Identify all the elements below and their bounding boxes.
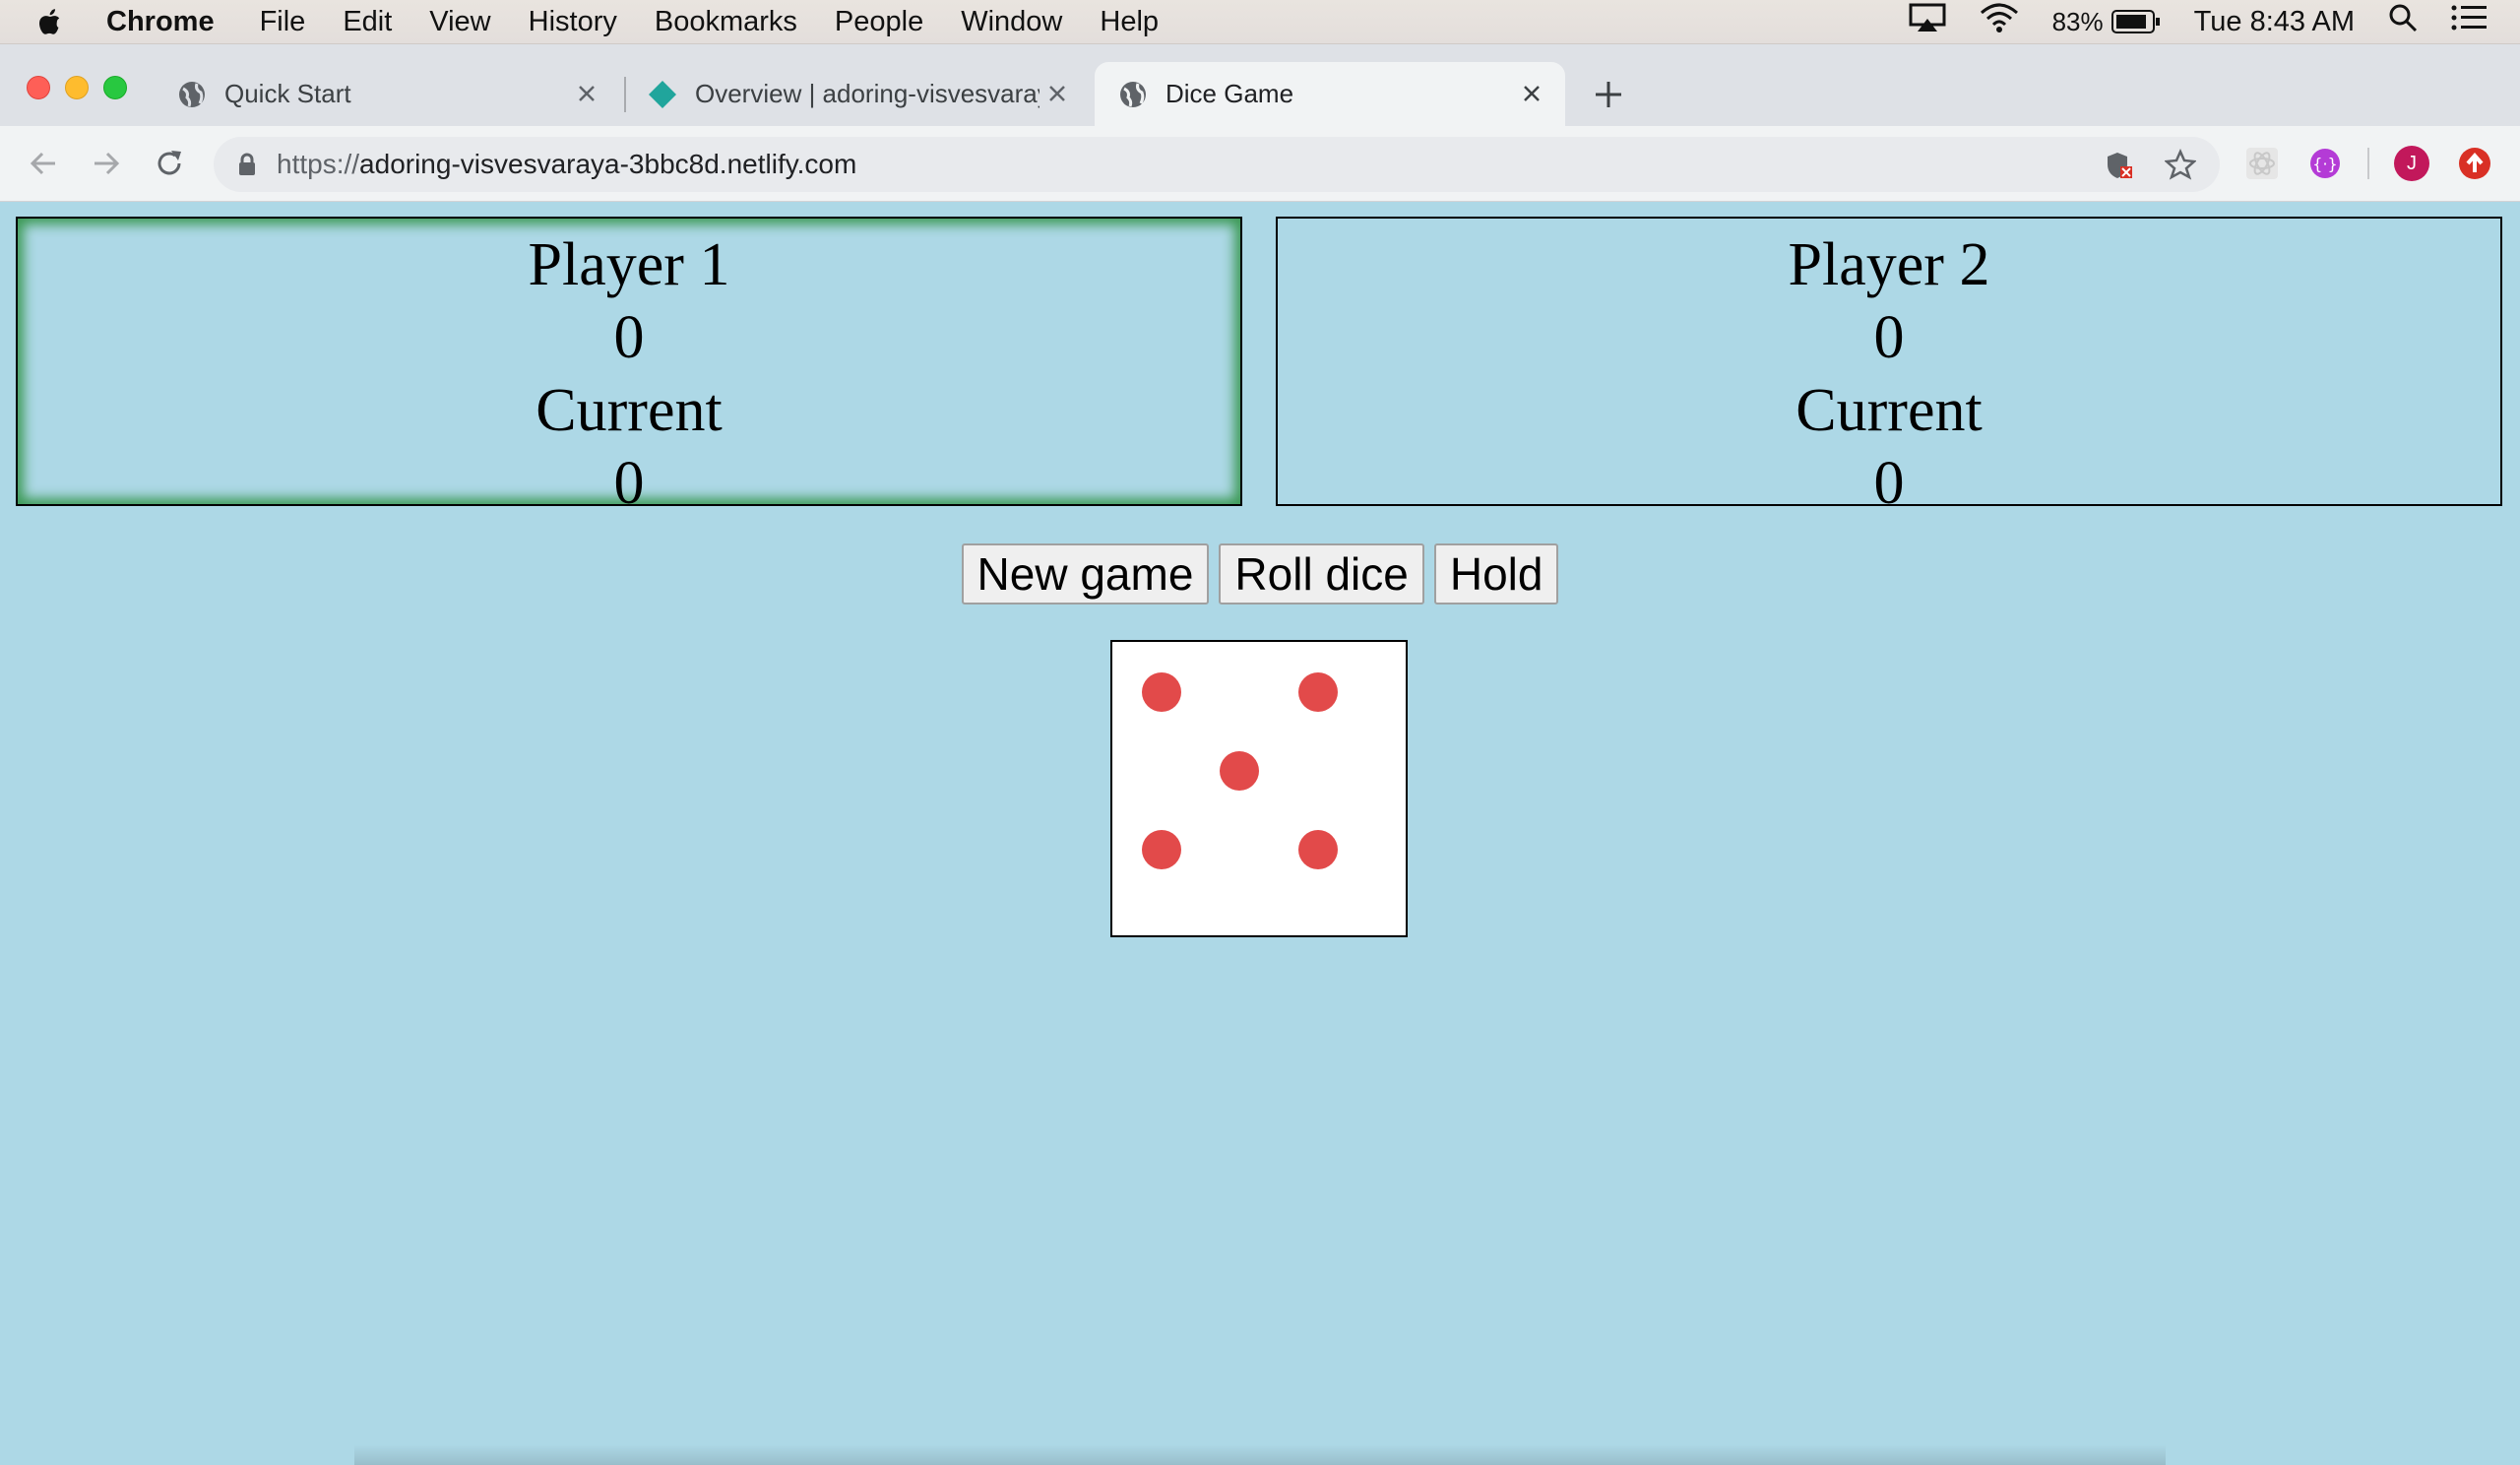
forward-arrow-icon[interactable] [87, 144, 126, 183]
window-close-button[interactable] [27, 76, 50, 99]
menu-help[interactable]: Help [1100, 6, 1159, 38]
page-bottom-shadow [354, 1444, 2166, 1465]
dice-pip [1142, 672, 1181, 712]
player-score: 0 [613, 304, 645, 371]
spotlight-search-icon[interactable] [2388, 3, 2418, 40]
tab-dice-game[interactable]: Dice Game [1095, 62, 1565, 126]
lock-icon[interactable] [237, 153, 257, 176]
dice-pip [1220, 751, 1259, 791]
graphql-extension-icon[interactable]: {·} [2305, 144, 2345, 183]
notification-center-icon[interactable] [2451, 4, 2487, 39]
current-label: Current [1796, 377, 1983, 444]
player-name: Player 1 [528, 231, 730, 298]
svg-text:{·}: {·} [2312, 155, 2337, 173]
close-icon[interactable] [573, 80, 600, 107]
battery-icon [2110, 10, 2160, 33]
tab-title: Overview | adoring-visvesvaraya-3bbc8d [695, 79, 1040, 108]
dice-game-page: Player 1 0 Current 0 Player 2 0 Current … [0, 202, 2520, 1465]
player-score: 0 [1873, 304, 1905, 371]
menu-app-chrome[interactable]: Chrome [106, 6, 215, 38]
close-icon[interactable] [1518, 80, 1545, 107]
macos-menu-bar: Chrome File Edit View History Bookmarks … [0, 0, 2520, 44]
shield-blocked-icon[interactable] [2106, 151, 2133, 180]
airplay-icon[interactable] [1909, 3, 1946, 40]
player-name: Player 2 [1788, 231, 1990, 298]
menu-bookmarks[interactable]: Bookmarks [655, 6, 797, 38]
battery-percent: 83% [2051, 6, 2104, 36]
status-area: 83% Tue 8:43 AM [1909, 0, 2520, 43]
player-1-panel: Player 1 0 Current 0 [16, 217, 1242, 517]
toolbar-divider [2367, 148, 2369, 179]
battery-status[interactable]: 83% [2052, 7, 2161, 37]
address-bar[interactable]: https://adoring-visvesvaraya-3bbc8d.netl… [214, 137, 2220, 192]
hold-button[interactable]: Hold [1433, 543, 1559, 605]
reload-icon[interactable] [150, 144, 189, 183]
current-score: 0 [1873, 450, 1905, 517]
menu-people[interactable]: People [835, 6, 923, 38]
netlify-diamond-icon [648, 80, 677, 109]
player-2-panel: Player 2 0 Current 0 [1276, 217, 2502, 517]
menu-view[interactable]: View [429, 6, 490, 38]
react-devtools-extension-icon[interactable] [2242, 144, 2282, 183]
roll-dice-button[interactable]: Roll dice [1219, 543, 1424, 605]
globe-icon [177, 80, 207, 109]
current-score: 0 [613, 450, 645, 517]
update-arrow-icon[interactable] [2455, 144, 2494, 183]
close-icon[interactable] [1043, 80, 1071, 107]
clock[interactable]: Tue 8:43 AM [2194, 6, 2355, 38]
back-arrow-icon[interactable] [24, 144, 63, 183]
dice-pip [1298, 672, 1338, 712]
apple-menu-icon[interactable] [39, 7, 61, 36]
menu-window[interactable]: Window [961, 6, 1062, 38]
bookmark-star-icon[interactable] [2165, 149, 2196, 180]
new-tab-icon[interactable] [1593, 79, 1624, 110]
window-maximize-button[interactable] [103, 76, 127, 99]
menu-history[interactable]: History [529, 6, 617, 38]
dice-pip [1142, 830, 1181, 869]
tab-quick-start[interactable]: Quick Start [158, 62, 620, 126]
dice-face [1110, 640, 1408, 937]
url-scheme: https:// [277, 149, 360, 179]
new-game-button[interactable]: New game [961, 543, 1210, 605]
profile-avatar[interactable]: J [2392, 144, 2431, 183]
url-host: adoring-visvesvaraya-3bbc8d.netlify.com [359, 149, 857, 179]
browser-toolbar: https://adoring-visvesvaraya-3bbc8d.netl… [0, 126, 2520, 202]
wifi-icon[interactable] [1980, 3, 2019, 40]
dice-pip [1298, 830, 1338, 869]
menu-file[interactable]: File [260, 6, 306, 38]
globe-icon [1118, 80, 1148, 109]
tab-separator [624, 77, 626, 112]
menu-edit[interactable]: Edit [343, 6, 392, 38]
game-controls: New game Roll dice Hold [0, 543, 2520, 605]
profile-initial: J [2394, 146, 2429, 181]
tab-title: Dice Game [1166, 79, 1294, 108]
current-label: Current [536, 377, 723, 444]
tab-netlify-overview[interactable]: Overview | adoring-visvesvaraya-3bbc8d [628, 62, 1091, 126]
window-minimize-button[interactable] [65, 76, 89, 99]
tab-title: Quick Start [224, 79, 351, 108]
